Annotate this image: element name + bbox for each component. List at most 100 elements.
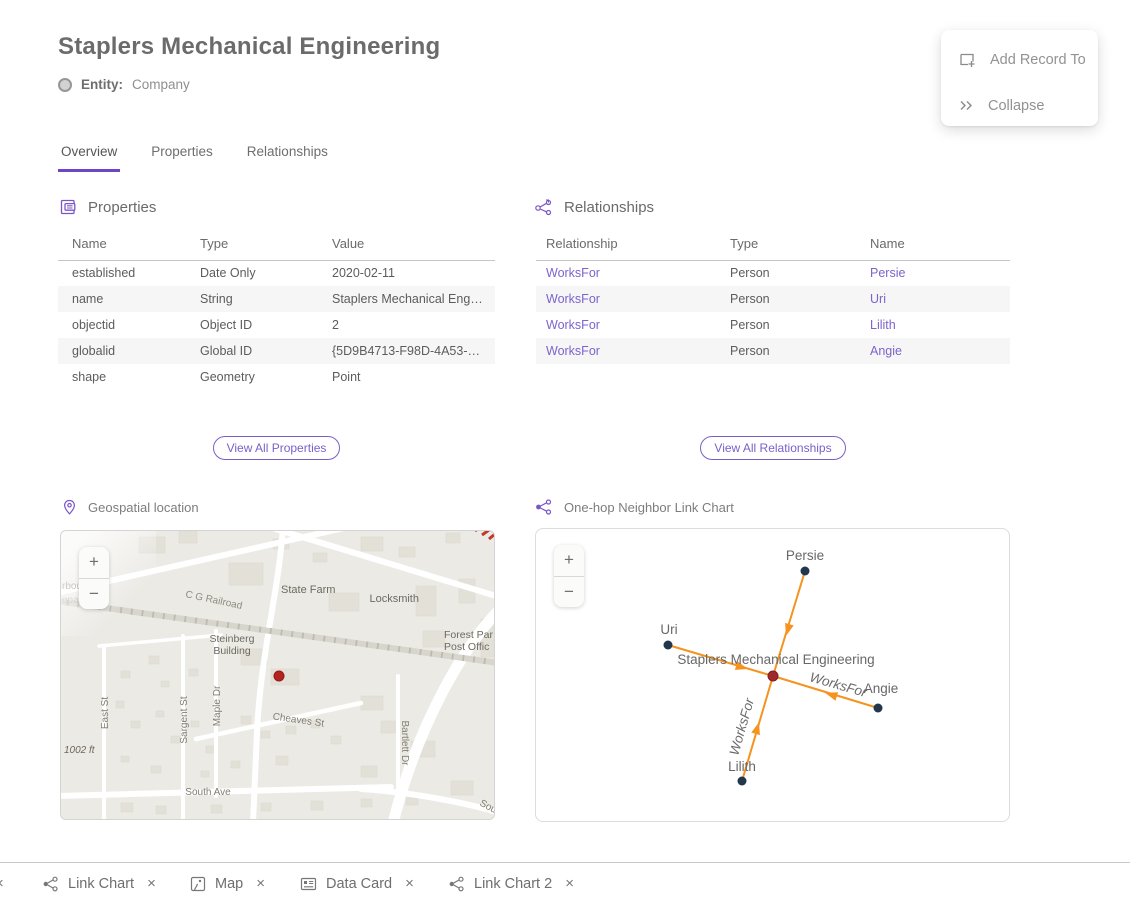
zoom-out-button[interactable]: − [79,579,109,610]
column-header: Type [200,232,332,260]
relationships-icon [534,199,553,216]
svg-text:Sargent St: Sargent St [179,696,190,743]
cell: name [58,286,200,312]
cell: Person [730,260,870,286]
section-title: Relationships [564,199,654,216]
svg-text:1002 ft: 1002 ft [64,745,96,756]
close-icon[interactable]: × [565,876,574,891]
one-hop-link-chart[interactable]: WorksFor WorksFor Persie Uri Angie Lilit… [535,528,1010,822]
view-all-properties-row: View All Properties [58,436,495,460]
tab-overview[interactable]: Overview [58,144,120,172]
svg-text:Forest Par: Forest Par [444,629,494,641]
zoom-in-button[interactable]: + [79,547,109,579]
geospatial-map[interactable]: rbour opaedics C G Railroad State Farm L… [60,530,495,820]
cell: {5D9B4713-F98D-4A53-… [332,338,495,364]
entity-type-value: Company [132,77,190,92]
cell: Person [730,338,870,364]
node-uri[interactable] [664,641,673,650]
link-chart-header: One-hop Neighbor Link Chart [534,499,734,515]
close-icon[interactable]: × [256,876,265,891]
svg-text:South Ave: South Ave [185,787,231,798]
map-pin-icon [62,499,77,516]
link-chart-canvas: WorksFor WorksFor Persie Uri Angie Lilit… [536,529,1010,822]
close-icon[interactable]: × [0,875,4,892]
table-header-row: Name Type Value [58,232,495,260]
table-header-row: Relationship Type Name [536,232,1010,260]
table-row: WorksFor Person Angie [536,338,1010,364]
cell: Date Only [200,260,332,286]
svg-text:Uri: Uri [660,622,677,637]
column-header: Name [870,232,1010,260]
properties-table: Name Type Value established Date Only 20… [58,232,495,390]
entity-link[interactable]: Lilith [870,312,1010,338]
cell: Geometry [200,364,332,390]
section-title: Properties [88,199,156,216]
section-title: One-hop Neighbor Link Chart [564,500,734,515]
cell: shape [58,364,200,390]
entity-link[interactable]: Angie [870,338,1010,364]
menu-item-collapse[interactable]: Collapse [958,89,1098,122]
cell: 2 [332,312,495,338]
relationships-section-header: Relationships [534,199,654,216]
svg-text:East St: East St [100,697,111,729]
entity-location-marker[interactable] [274,671,284,681]
relationship-link[interactable]: WorksFor [536,338,730,364]
cell: globalid [58,338,200,364]
close-icon[interactable]: × [147,876,156,891]
relationship-link[interactable]: WorksFor [536,312,730,338]
properties-section-header: Properties [60,199,156,216]
workspace-tab-link-chart[interactable]: Link Chart × [42,863,156,903]
svg-text:Lilith: Lilith [728,759,756,774]
entity-label: Entity: [81,77,123,92]
column-header: Relationship [536,232,730,260]
context-menu: Add Record To Collapse [941,30,1098,126]
table-row: WorksFor Person Persie [536,260,1010,286]
tab-label: Link Chart [68,876,134,892]
column-header: Value [332,232,495,260]
node-angie[interactable] [874,704,883,713]
entity-link[interactable]: Uri [870,286,1010,312]
svg-text:Building: Building [213,645,251,657]
view-all-relationships-row: View All Relationships [536,436,1010,460]
svg-text:Bartlett Dr: Bartlett Dr [399,720,410,766]
data-card-page: Staplers Mechanical Engineering Entity: … [0,0,1130,903]
menu-item-label: Add Record To [990,52,1086,68]
menu-item-add-record-to[interactable]: Add Record To [958,43,1098,76]
node-lilith[interactable] [738,777,747,786]
zoom-out-button[interactable]: − [554,577,584,608]
view-all-relationships-button[interactable]: View All Relationships [700,436,845,460]
cell: String [200,286,332,312]
svg-text:Locksmith: Locksmith [369,593,419,605]
geospatial-header: Geospatial location [62,499,199,516]
graph-nodes [664,567,883,786]
workspace-tab-data-card[interactable]: Data Card × [300,863,414,903]
entity-row: Entity: Company [58,77,190,92]
table-row: globalid Global ID {5D9B4713-F98D-4A53-… [58,338,495,364]
tab-label: Link Chart 2 [474,876,552,892]
table-row: WorksFor Person Lilith [536,312,1010,338]
page-title: Staplers Mechanical Engineering [58,33,440,61]
double-chevron-right-icon [958,98,975,113]
link-chart-icon [42,876,59,892]
workspace-tab-link-chart-2[interactable]: Link Chart 2 × [448,863,574,903]
cell: Person [730,312,870,338]
section-title: Geospatial location [88,500,199,515]
entity-link[interactable]: Persie [870,260,1010,286]
table-row: WorksFor Person Uri [536,286,1010,312]
node-persie[interactable] [801,567,810,576]
chart-zoom-control: + − [554,545,584,607]
relationship-link[interactable]: WorksFor [536,260,730,286]
link-chart-icon [448,876,465,892]
close-icon[interactable]: × [405,876,414,891]
relationship-link[interactable]: WorksFor [536,286,730,312]
node-center-entity[interactable] [768,671,778,681]
view-all-properties-button[interactable]: View All Properties [213,436,341,460]
svg-text:Maple Dr: Maple Dr [212,685,223,726]
zoom-in-button[interactable]: + [554,545,584,577]
link-chart-icon [534,499,553,515]
properties-icon [60,199,77,216]
workspace-tab-map[interactable]: Map × [190,863,265,903]
tab-bar: Overview Properties Relationships [58,144,331,172]
tab-relationships[interactable]: Relationships [244,144,331,172]
tab-properties[interactable]: Properties [148,144,216,172]
